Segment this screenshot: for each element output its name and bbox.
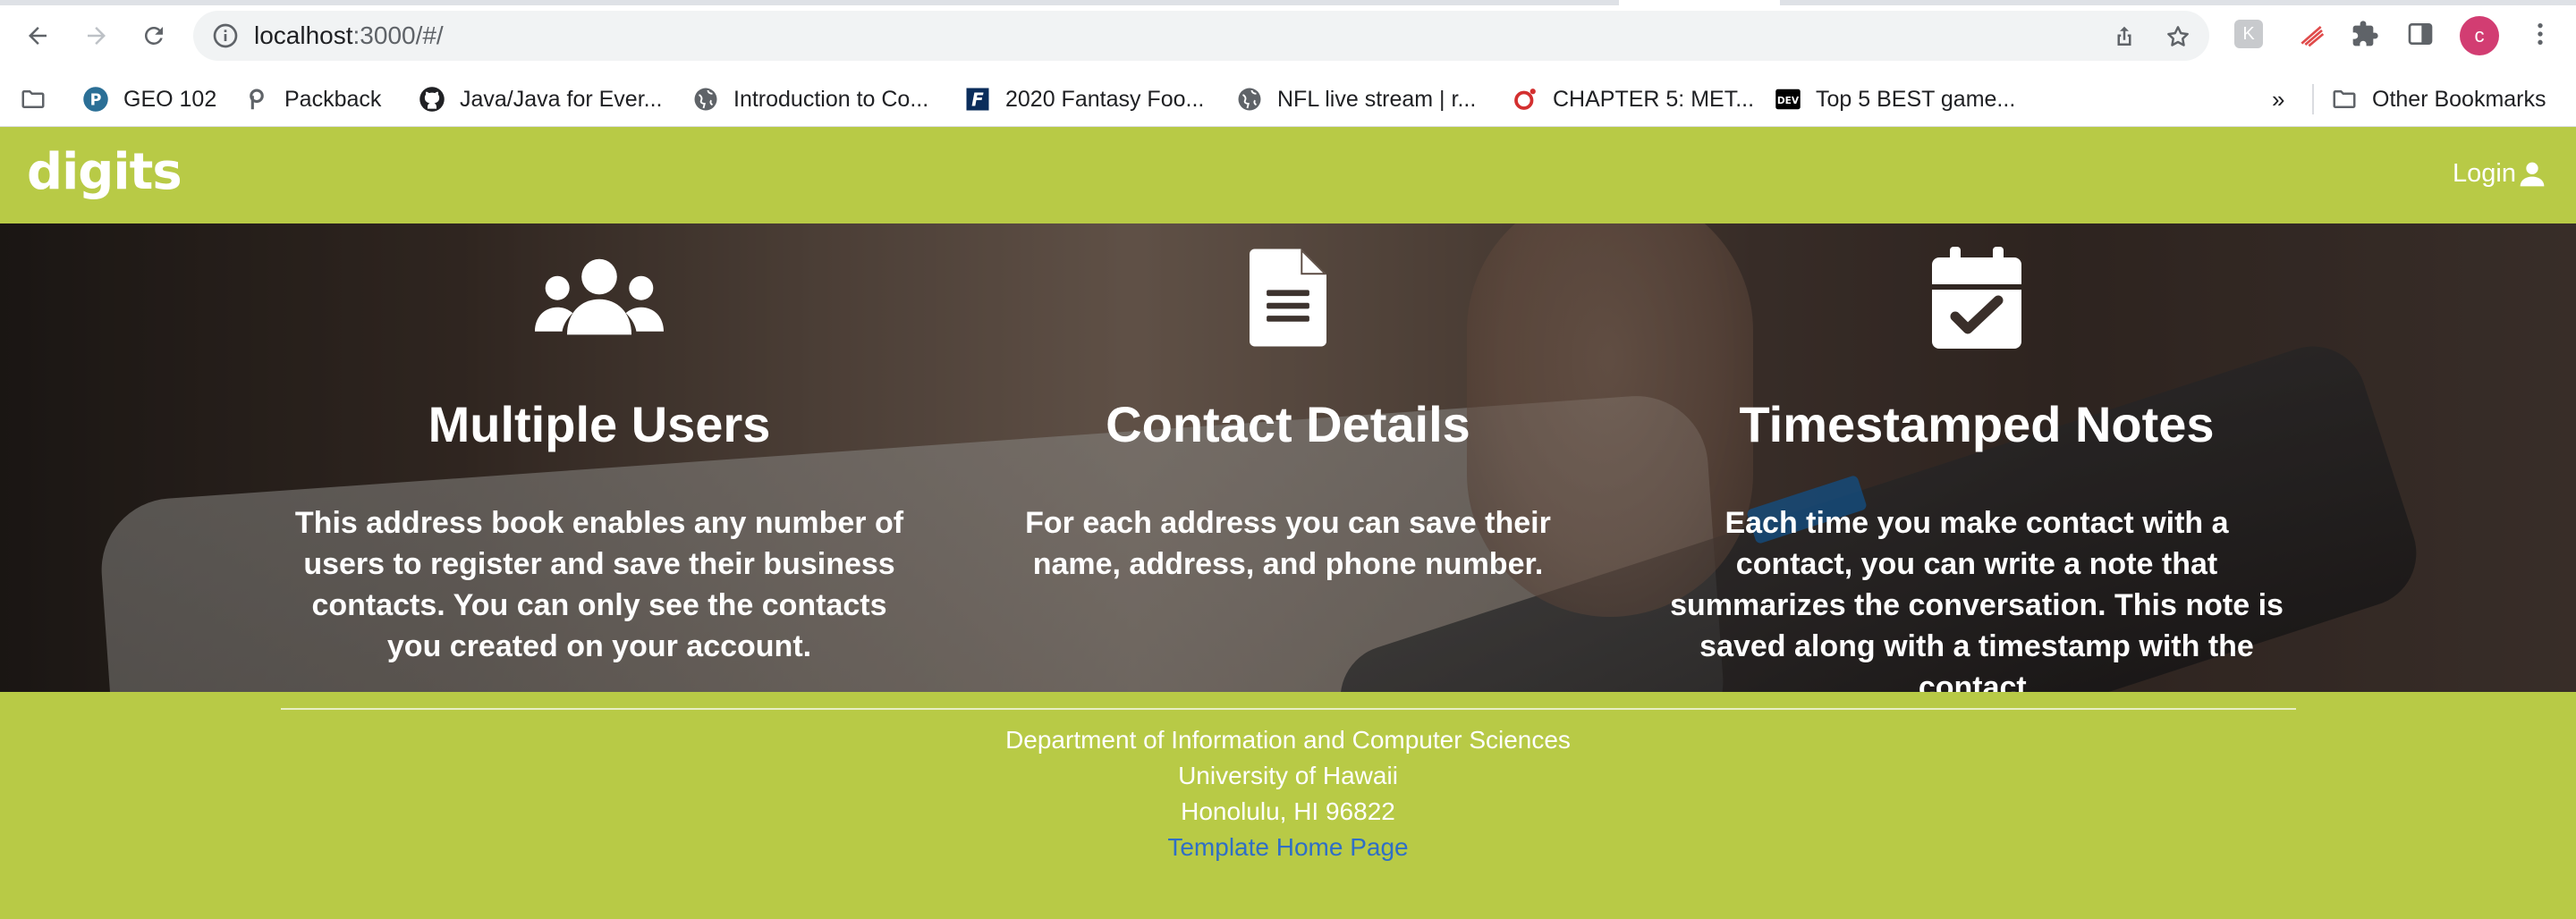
reload-button[interactable] bbox=[134, 16, 174, 55]
bookmark-label: Packback bbox=[284, 86, 382, 112]
globe-icon bbox=[692, 86, 719, 113]
bookmark-label: GEO 102 bbox=[123, 86, 217, 112]
user-icon bbox=[2520, 162, 2545, 186]
folder-icon bbox=[2331, 86, 2358, 113]
arrow-left-icon bbox=[29, 27, 47, 45]
share-icon[interactable] bbox=[2111, 23, 2138, 50]
footer-divider bbox=[281, 708, 2296, 710]
bookmark-label: NFL live stream | r... bbox=[1277, 86, 1477, 112]
reload-icon bbox=[145, 26, 163, 45]
template-home-link[interactable]: Template Home Page bbox=[1167, 833, 1408, 861]
other-bookmarks-label: Other Bookmarks bbox=[2372, 86, 2546, 112]
feature-description: This address book enables any number of … bbox=[294, 506, 904, 663]
dev-icon: DEV bbox=[1775, 86, 1801, 113]
bookmark-label: 2020 Fantasy Foo... bbox=[1005, 86, 1205, 112]
feature-title: Contact Details bbox=[1106, 396, 1470, 452]
extension-stripes-icon[interactable] bbox=[2295, 18, 2327, 50]
puzzle-icon[interactable] bbox=[2349, 18, 2381, 50]
calendar-check-icon bbox=[1664, 247, 2290, 349]
bookmark-java[interactable]: Java/Java for Ever... bbox=[419, 72, 663, 127]
feature-description: For each address you can save their name… bbox=[1025, 506, 1551, 581]
star-icon[interactable] bbox=[2165, 23, 2191, 50]
bookmark-intro[interactable]: Introduction to Co... bbox=[692, 72, 928, 127]
svg-text:DEV: DEV bbox=[1777, 95, 1800, 106]
url-text[interactable]: localhost:3000/#/ bbox=[254, 21, 444, 50]
address-bar[interactable]: localhost:3000/#/ bbox=[193, 11, 2209, 61]
folder-icon bbox=[20, 86, 47, 113]
file-icon bbox=[975, 247, 1601, 349]
bookmark-label: CHAPTER 5: MET... bbox=[1553, 86, 1755, 112]
fantasy-icon: F bbox=[964, 86, 991, 113]
footer-address: Honolulu, HI 96822 bbox=[1181, 797, 1395, 825]
opera-icon bbox=[1512, 86, 1538, 113]
brand-logo-link[interactable]: digits bbox=[27, 143, 182, 201]
bookmark-fantasy[interactable]: F 2020 Fantasy Foo... bbox=[964, 72, 1204, 127]
info-icon[interactable] bbox=[211, 21, 240, 50]
footer-university: University of Hawaii bbox=[1178, 762, 1398, 789]
bookmark-label: Top 5 BEST game... bbox=[1816, 86, 2016, 112]
users-icon bbox=[286, 257, 912, 338]
bookmarks-overflow-button[interactable]: » bbox=[2272, 72, 2284, 127]
url-path: :3000/#/ bbox=[352, 21, 444, 49]
bookmark-nfl[interactable]: NFL live stream | r... bbox=[1236, 72, 1476, 127]
globe-icon bbox=[1236, 86, 1263, 113]
bookmarks-divider bbox=[2312, 84, 2314, 114]
kebab-menu-icon[interactable] bbox=[2524, 18, 2556, 50]
login-menu[interactable]: Login bbox=[2453, 159, 2546, 189]
bookmarks-folder-button[interactable] bbox=[20, 72, 61, 127]
packback-icon bbox=[243, 86, 270, 113]
footer-department: Department of Information and Computer S… bbox=[1005, 726, 1571, 754]
bookmark-packback[interactable]: Packback bbox=[243, 72, 381, 127]
bookmark-label: Introduction to Co... bbox=[733, 86, 929, 112]
side-panel-icon[interactable] bbox=[2404, 18, 2436, 50]
arrow-right-icon bbox=[88, 27, 106, 45]
bookmark-dev[interactable]: DEV Top 5 BEST game... bbox=[1775, 72, 2015, 127]
other-bookmarks-button[interactable]: Other Bookmarks bbox=[2331, 72, 2546, 127]
feature-title: Timestamped Notes bbox=[1739, 396, 2215, 452]
svg-text:P: P bbox=[90, 91, 102, 109]
site-footer: Department of Information and Computer S… bbox=[0, 692, 2576, 919]
back-button[interactable] bbox=[18, 16, 57, 55]
bookmark-geo102[interactable]: P GEO 102 bbox=[82, 72, 216, 127]
site-navbar: digits Login bbox=[0, 127, 2576, 223]
pinterest-icon: P bbox=[82, 86, 109, 113]
browser-toolbar: localhost:3000/#/ K c bbox=[0, 0, 2576, 72]
extension-k-icon[interactable]: K bbox=[2233, 18, 2265, 50]
bookmark-chapter5[interactable]: CHAPTER 5: MET... bbox=[1512, 72, 1754, 127]
feature-title: Multiple Users bbox=[428, 396, 771, 452]
profile-avatar[interactable]: c bbox=[2460, 16, 2499, 55]
login-label: Login bbox=[2453, 159, 2516, 188]
feature-description: Each time you make contact with a contac… bbox=[1670, 506, 2284, 692]
bookmark-label: Java/Java for Ever... bbox=[460, 86, 663, 112]
github-icon bbox=[419, 86, 445, 113]
hero-banner: Multiple Users This address book enables… bbox=[0, 223, 2576, 692]
forward-button[interactable] bbox=[77, 16, 116, 55]
svg-text:F: F bbox=[971, 89, 984, 111]
bookmarks-bar: P GEO 102 Packback Java/Java for Ever...… bbox=[0, 72, 2576, 127]
tab-strip bbox=[0, 0, 2576, 5]
url-host: localhost bbox=[254, 21, 353, 49]
